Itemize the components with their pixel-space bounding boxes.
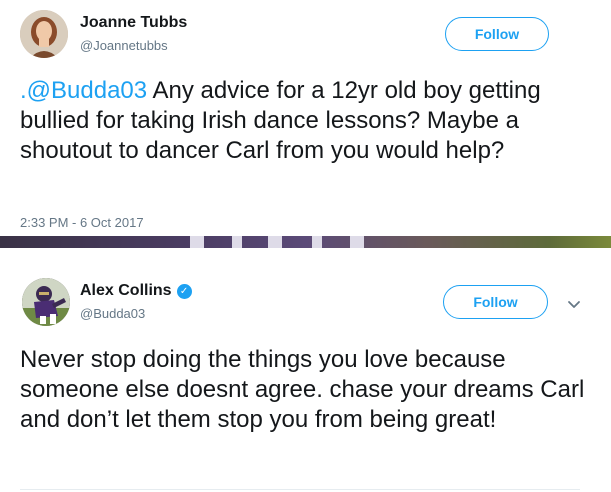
avatar[interactable] <box>20 10 68 58</box>
verified-badge-icon: ✓ <box>176 284 192 299</box>
tweet-card-joanne: Joanne Tubbs @Joannetubbs Follow .@Budda… <box>0 0 611 236</box>
embedded-media-image[interactable] <box>0 236 611 248</box>
avatar-joanne-image <box>20 10 68 58</box>
mention-link[interactable]: .@Budda03 <box>20 77 147 104</box>
user-handle[interactable]: @Joannetubbs <box>80 38 168 53</box>
user-handle[interactable]: @Budda03 <box>80 306 145 321</box>
avatar-alex-image <box>22 278 70 326</box>
follow-button[interactable]: Follow <box>445 17 549 51</box>
tweet-text: Never stop doing the things you love bec… <box>20 346 585 433</box>
follow-button[interactable]: Follow <box>443 285 548 319</box>
display-name-text[interactable]: Alex Collins <box>80 282 172 299</box>
chevron-down-icon[interactable] <box>566 296 582 312</box>
avatar[interactable] <box>22 278 70 326</box>
tweet-text: .@Budda03 Any advice for a 12yr old boy … <box>20 76 600 166</box>
display-name[interactable]: Alex Collins ✓ <box>80 282 192 300</box>
divider <box>20 489 580 490</box>
tweet-timestamp[interactable]: 2:33 PM - 6 Oct 2017 <box>20 215 144 230</box>
display-name[interactable]: Joanne Tubbs <box>80 14 187 32</box>
